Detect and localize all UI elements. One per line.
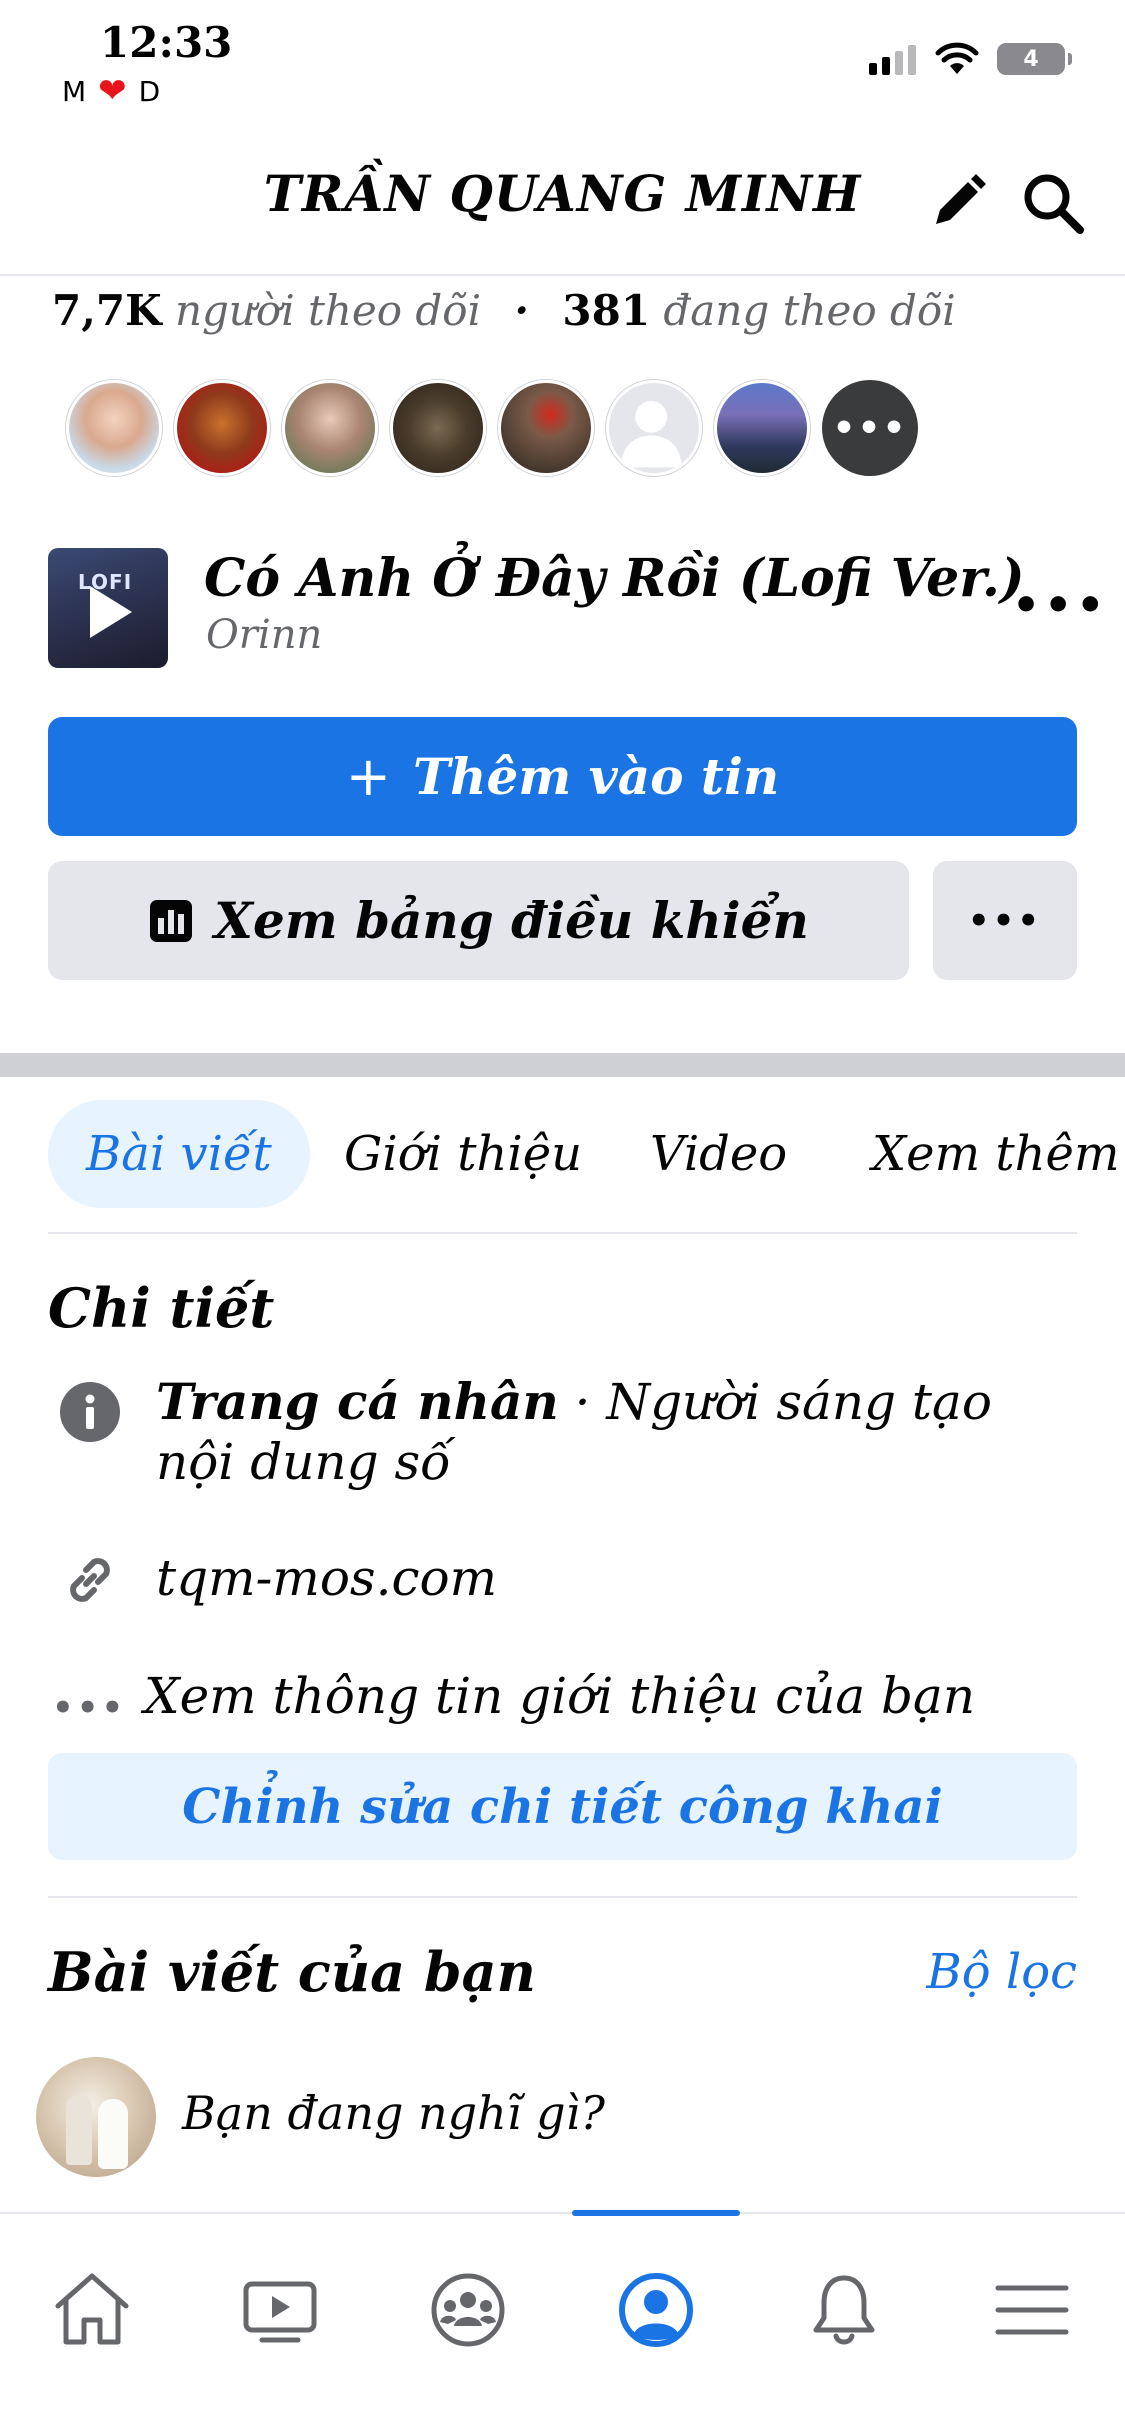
link-icon xyxy=(70,1558,110,1602)
pencil-icon[interactable] xyxy=(926,170,990,234)
cellular-signal-icon xyxy=(869,45,916,75)
friend-avatar[interactable] xyxy=(282,380,378,476)
profile-icon[interactable] xyxy=(608,2262,704,2358)
website-link[interactable]: tqm-mos.com xyxy=(156,1548,497,1608)
avatar[interactable] xyxy=(36,2057,156,2177)
more-actions-button[interactable]: ••• xyxy=(933,861,1077,980)
tab-see-more[interactable]: Xem thêm xyxy=(872,1100,1125,1208)
separator-dot: · xyxy=(514,286,530,335)
tabs-divider xyxy=(48,1232,1077,1234)
friends-avatars: ••• xyxy=(66,380,918,476)
carrier-left: M xyxy=(62,74,89,108)
carrier-label: M ❤ D xyxy=(62,74,162,108)
menu-icon[interactable] xyxy=(984,2262,1080,2358)
music-title[interactable]: Có Anh Ở Đây Rồi (Lofi Ver.) xyxy=(204,548,1025,609)
friend-avatar[interactable] xyxy=(498,380,594,476)
tab-see-more-label: Xem thêm xyxy=(872,1126,1120,1182)
tab-about[interactable]: Giới thiệu xyxy=(344,1100,582,1208)
battery-icon: 4 xyxy=(997,43,1072,75)
page-type-bold: Trang cá nhân xyxy=(156,1372,559,1431)
dashboard-label: Xem bảng điều khiển xyxy=(214,891,809,950)
friend-avatar[interactable] xyxy=(606,380,702,476)
following-label: đang theo dõi xyxy=(663,286,956,335)
filter-button[interactable]: Bộ lọc xyxy=(926,1944,1077,2000)
status-bar: 12:33 M ❤ D 4 xyxy=(0,0,1125,130)
followers-count: 7,7K xyxy=(52,286,162,335)
music-artist: Orinn xyxy=(206,612,323,658)
details-title: Chi tiết xyxy=(48,1276,275,1340)
more-info-icon: ••• xyxy=(52,1688,127,1728)
friend-avatar[interactable] xyxy=(390,380,486,476)
edit-public-details-button[interactable]: Chỉnh sửa chi tiết công khai xyxy=(48,1753,1077,1860)
home-icon[interactable] xyxy=(44,2262,140,2358)
video-icon[interactable] xyxy=(232,2262,328,2358)
tab-video[interactable]: Video xyxy=(650,1100,787,1208)
avatar-figure xyxy=(66,2095,92,2165)
search-icon[interactable] xyxy=(1020,170,1086,236)
bell-icon[interactable] xyxy=(796,2262,892,2358)
carrier-right: D xyxy=(138,74,163,108)
heart-icon: ❤ xyxy=(98,71,129,111)
follow-stats[interactable]: 7,7K người theo dõi · 381 đang theo dõi xyxy=(52,286,956,335)
wifi-icon xyxy=(935,42,979,74)
bar-chart-icon xyxy=(150,899,193,942)
dashboard-button[interactable]: Xem bảng điều khiển xyxy=(48,861,909,980)
play-icon[interactable] xyxy=(90,586,132,638)
your-posts-title: Bài viết của bạn xyxy=(48,1940,536,2004)
status-indicators: 4 xyxy=(869,42,1072,76)
friend-avatar[interactable] xyxy=(174,380,270,476)
bottom-nav xyxy=(0,2210,1125,2436)
page-type-detail: Trang cá nhân · Người sáng tạo nội dung … xyxy=(156,1372,1056,1492)
details-divider xyxy=(48,1896,1077,1898)
composer-input[interactable]: Bạn đang nghĩ gì? xyxy=(182,2086,605,2140)
music-cover[interactable]: LOFI xyxy=(48,548,168,668)
plus-icon: + xyxy=(345,745,391,808)
add-to-story-label: Thêm vào tin xyxy=(412,747,780,806)
add-to-story-button[interactable]: + Thêm vào tin xyxy=(48,717,1077,836)
status-time: 12:33 xyxy=(100,18,233,67)
tab-posts[interactable]: Bài viết xyxy=(48,1100,310,1208)
section-divider xyxy=(0,1053,1125,1077)
friend-avatar[interactable] xyxy=(714,380,810,476)
nav-active-indicator xyxy=(572,2210,740,2216)
music-more-icon[interactable]: ••• xyxy=(1012,580,1108,631)
followers-label: người theo dõi xyxy=(174,286,482,335)
default-person-icon xyxy=(620,400,683,468)
groups-icon[interactable] xyxy=(420,2262,516,2358)
avatar-figure xyxy=(98,2099,128,2169)
profile-header: TRẦN QUANG MINH xyxy=(0,140,1125,276)
friend-avatar[interactable] xyxy=(66,380,162,476)
more-friends-button[interactable]: ••• xyxy=(822,380,918,476)
info-icon xyxy=(60,1382,120,1442)
following-count: 381 xyxy=(562,286,651,335)
see-about-link[interactable]: Xem thông tin giới thiệu của bạn xyxy=(144,1666,975,1726)
